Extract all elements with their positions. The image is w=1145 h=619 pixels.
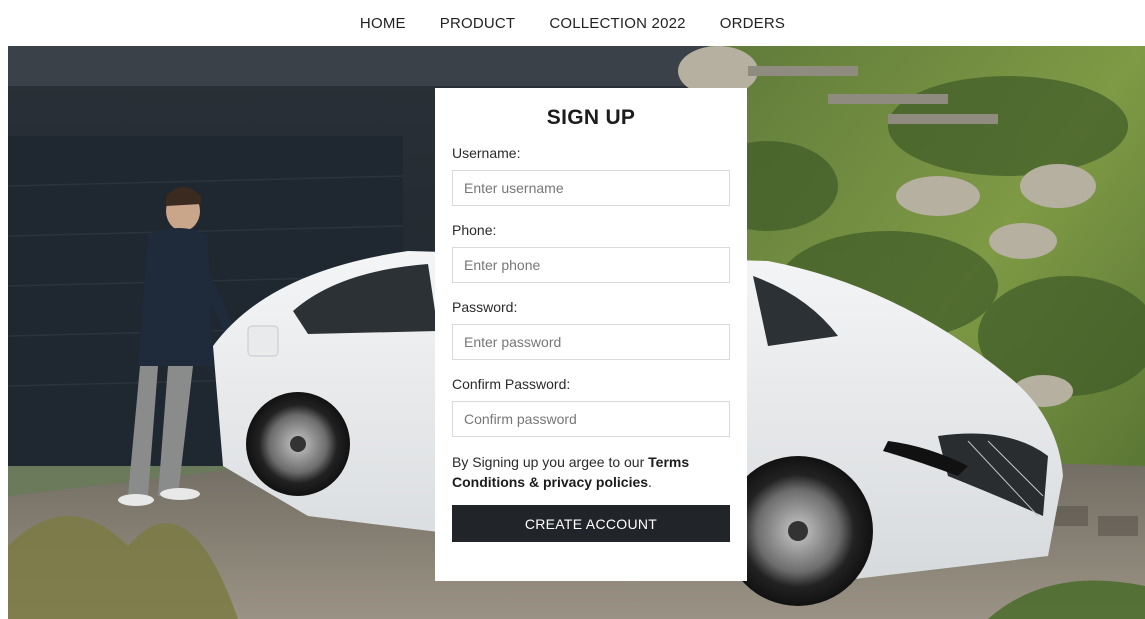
terms-text: By Signing up you argee to our Terms Con… (452, 452, 730, 492)
create-account-button[interactable]: CREATE ACCOUNT (452, 505, 730, 542)
terms-suffix: . (648, 474, 652, 490)
phone-input[interactable] (452, 247, 730, 283)
nav-collection-link[interactable]: COLLECTION 2022 (532, 15, 702, 32)
phone-label: Phone: (452, 222, 497, 238)
confirm-password-input[interactable] (452, 401, 730, 437)
terms-prefix: By Signing up you argee to our (452, 454, 649, 470)
username-label: Username: (452, 145, 521, 161)
top-nav: HOME PRODUCT COLLECTION 2022 ORDERS (0, 0, 1145, 46)
nav-product-link[interactable]: PRODUCT (423, 15, 533, 32)
signup-card: SIGN UP Username: Phone: Password: Confi… (435, 88, 747, 581)
username-input[interactable] (452, 170, 730, 206)
password-label: Password: (452, 299, 518, 315)
nav-orders-link[interactable]: ORDERS (703, 15, 802, 32)
password-input[interactable] (452, 324, 730, 360)
signup-title: SIGN UP (546, 106, 636, 129)
nav-home-link[interactable]: HOME (343, 15, 423, 32)
confirm-password-label: Confirm Password: (452, 376, 571, 392)
